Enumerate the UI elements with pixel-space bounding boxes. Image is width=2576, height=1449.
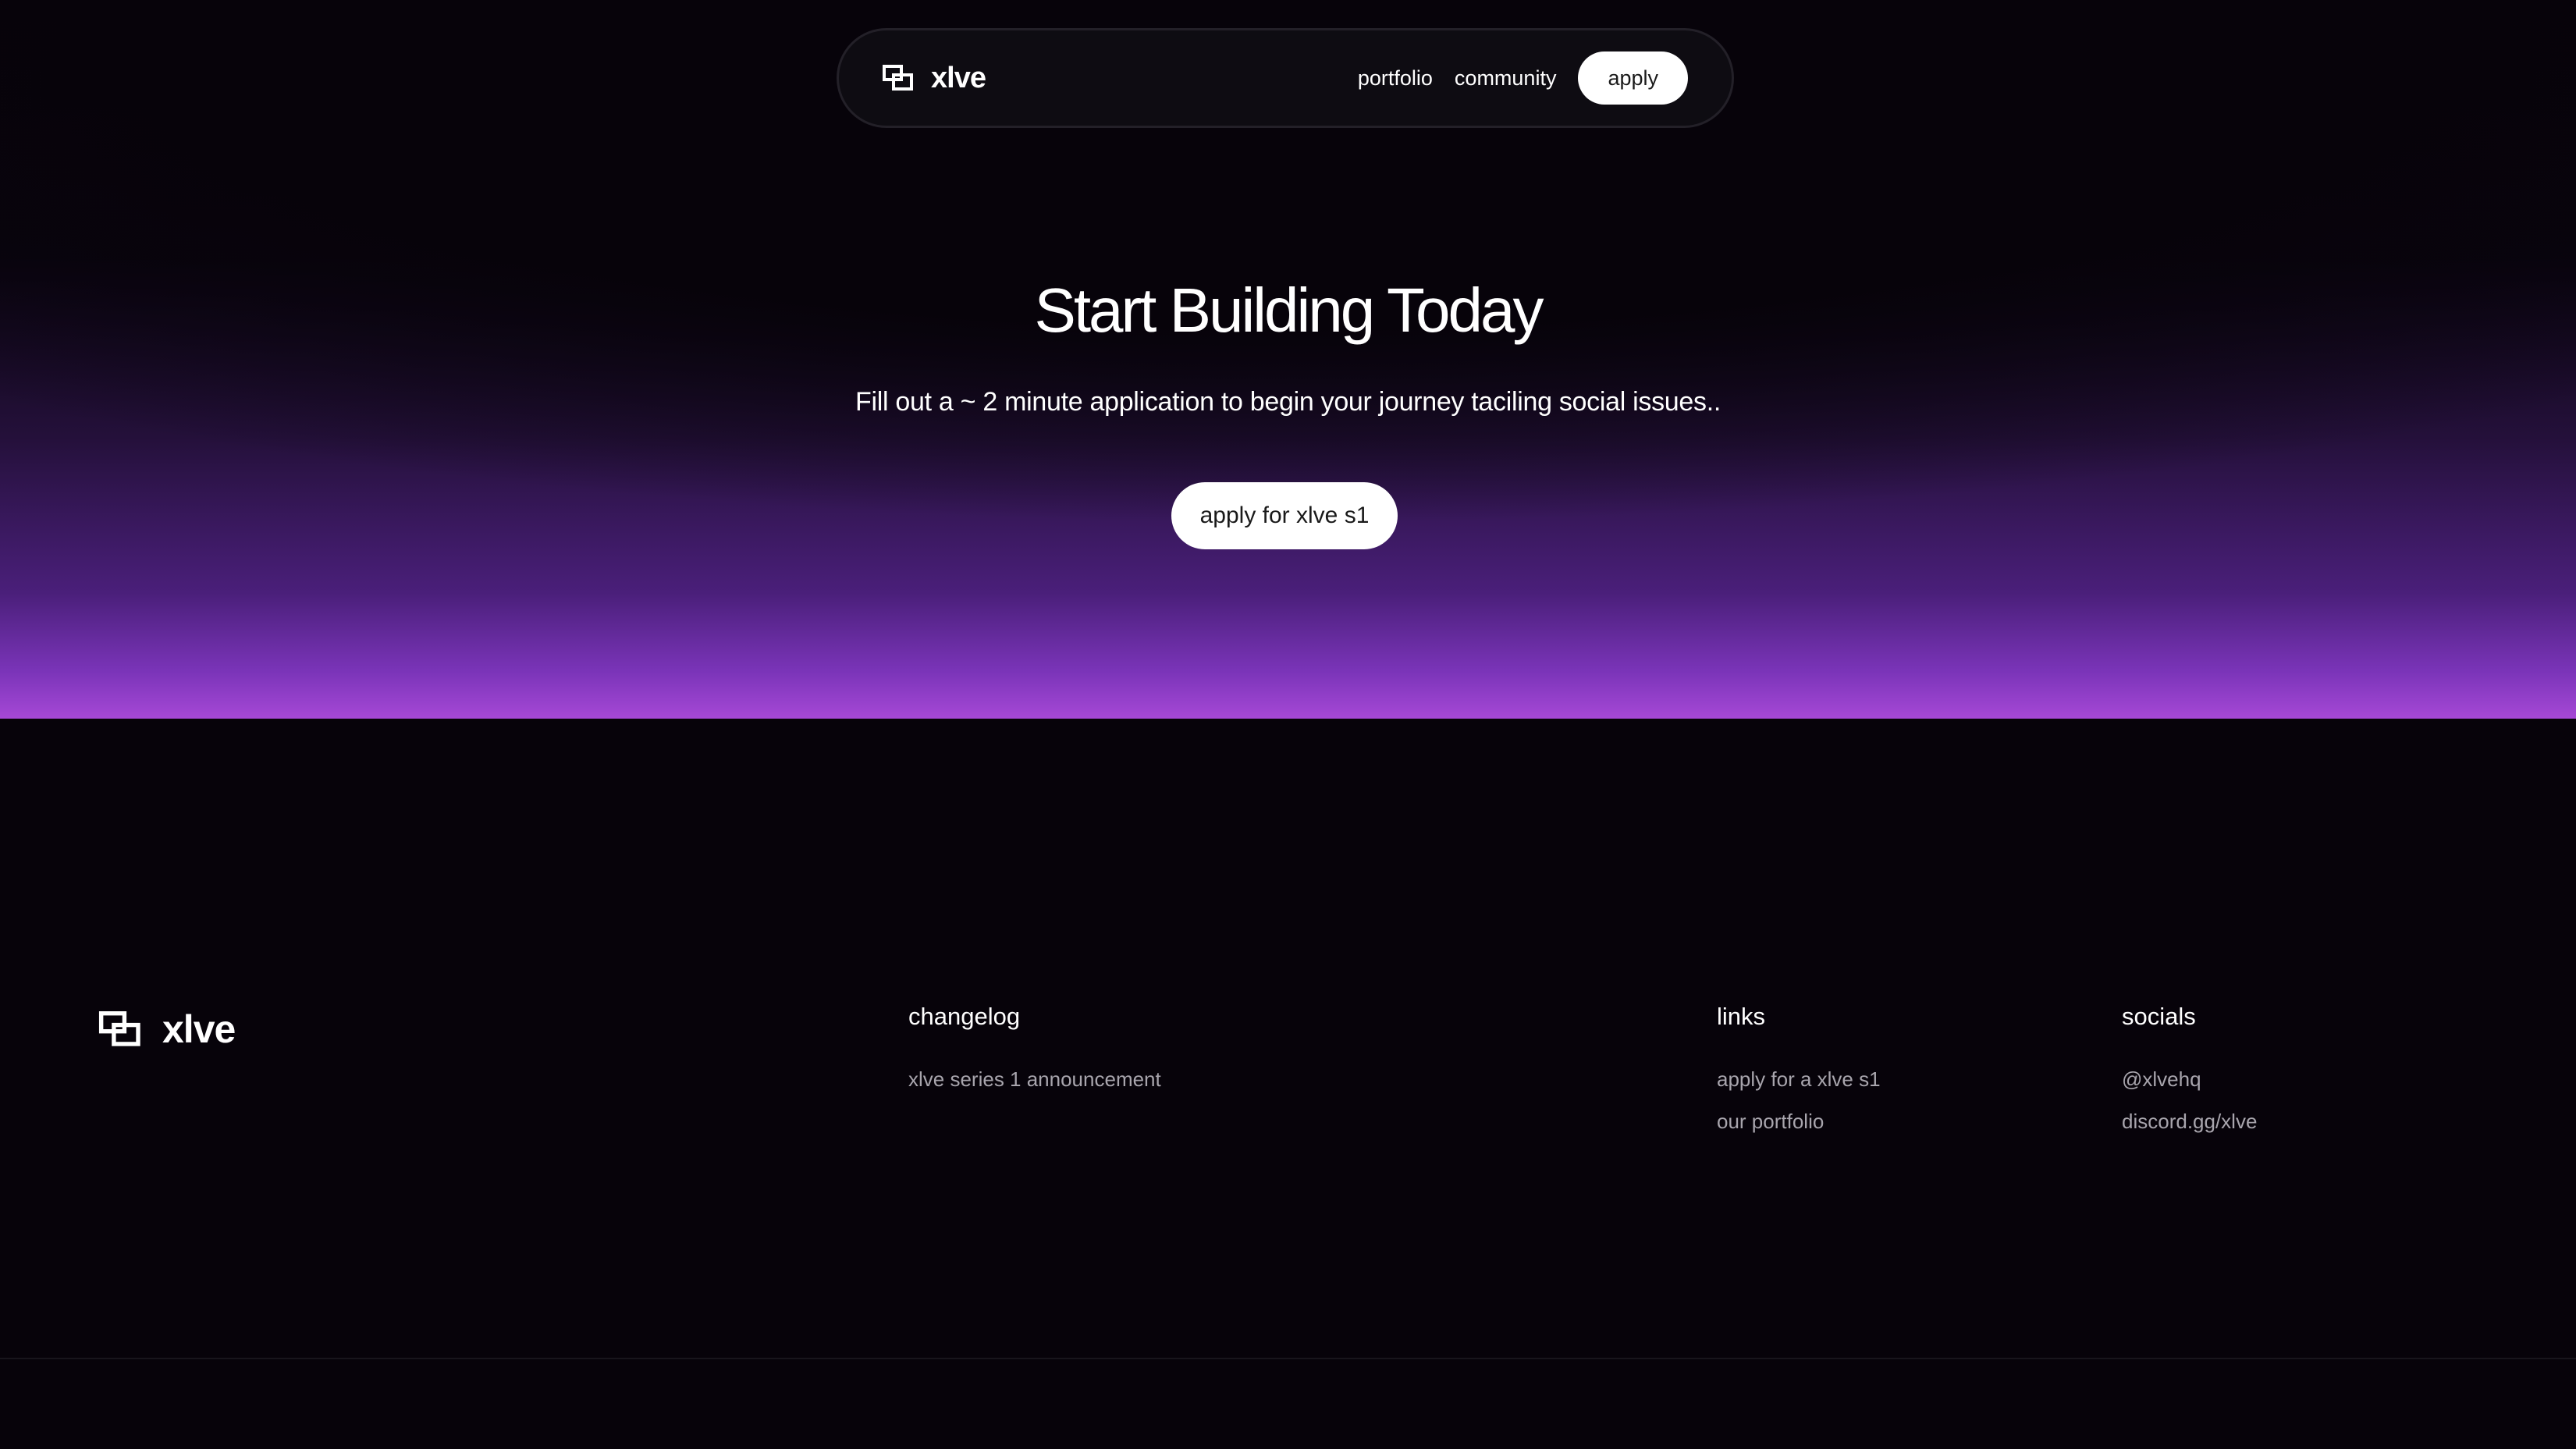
- footer-column-title: changelog: [908, 1003, 1021, 1030]
- nav-link-community[interactable]: community: [1455, 66, 1557, 91]
- footer-column-title: links: [1717, 1003, 1766, 1030]
- footer-brand-name: xlve: [162, 1007, 236, 1051]
- brand-name: xlve: [931, 61, 986, 94]
- footer-link-discord[interactable]: discord.gg/xlve: [2122, 1100, 2257, 1142]
- navbar: xlve portfolio community apply: [837, 28, 1734, 128]
- nav-apply-button[interactable]: apply: [1578, 51, 1688, 105]
- footer-column-changelog: changelog xlve series 1 announcement: [908, 1002, 1161, 1100]
- nav-link-portfolio[interactable]: portfolio: [1358, 66, 1433, 91]
- footer-brand[interactable]: xlve: [98, 1007, 236, 1052]
- footer-divider: [0, 1358, 2576, 1359]
- hero-subtitle: Fill out a ~ 2 minute application to beg…: [855, 387, 1721, 417]
- footer-column-socials: socials @xlvehq discord.gg/xlve: [2122, 1002, 2257, 1142]
- footer-column-title: socials: [2122, 1003, 2196, 1030]
- footer-link-portfolio[interactable]: our portfolio: [1717, 1100, 1881, 1142]
- nav-links: portfolio community apply: [1358, 51, 1688, 105]
- hero-title: Start Building Today: [1034, 275, 1544, 345]
- apply-cta-button[interactable]: apply for xlve s1: [1171, 482, 1398, 549]
- footer-link-announcement[interactable]: xlve series 1 announcement: [908, 1058, 1161, 1100]
- footer-link-twitter[interactable]: @xlvehq: [2122, 1058, 2257, 1100]
- footer-link-apply[interactable]: apply for a xlve s1: [1717, 1058, 1881, 1100]
- page: xlve portfolio community apply Start Bui…: [0, 0, 2576, 1449]
- xlve-logo-icon: [98, 1011, 140, 1046]
- xlve-logo-icon: [883, 65, 913, 91]
- nav-brand[interactable]: xlve: [883, 62, 986, 95]
- footer-column-links: links apply for a xlve s1 our portfolio: [1717, 1002, 1881, 1142]
